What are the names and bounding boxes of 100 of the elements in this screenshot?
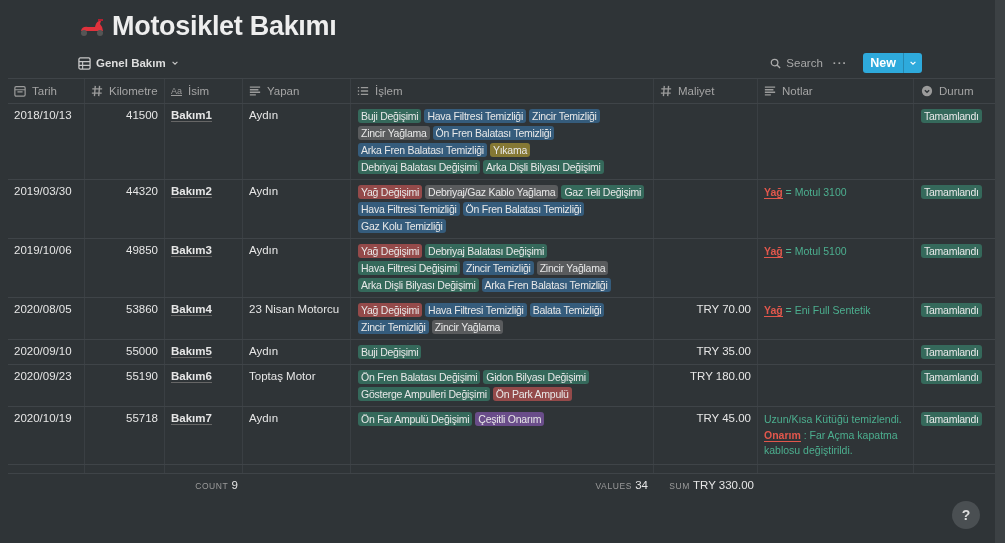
caret-icon [170, 59, 179, 67]
maker-text: Aydın [249, 109, 279, 121]
operation-tag: Gidon Bilyası Değişimi [483, 370, 589, 384]
record-name-link[interactable]: Bakım2 [171, 185, 212, 198]
more-button[interactable]: ··· [832, 57, 848, 69]
kilometre-text: 55718 [126, 412, 158, 424]
operation-tag: Ön Fren Balatası Temizliği [462, 202, 585, 216]
note-text: Yağ = Eni Full Sentetik [764, 303, 872, 318]
operation-tag: Debriyaj Balatası Değişimi [425, 244, 548, 258]
record-name-link[interactable]: Bakım5 [171, 345, 212, 358]
help-button[interactable]: ? [952, 501, 980, 529]
operation-tag: Hava Filtresi Temizliği [358, 202, 460, 216]
operation-tag: Çeşitli Onarım [475, 412, 545, 426]
note-text: Onarım : Far Açma kapatma kablosu değiştirildi. [764, 428, 899, 458]
date-text: 2018/10/13 [14, 109, 72, 121]
operation-tag: Zincir Temizliği [358, 320, 429, 334]
operation-tag: Yıkama [489, 143, 531, 157]
operation-tag: Arka Dişli Bilyası Değişimi [358, 278, 479, 292]
search-icon [770, 57, 782, 69]
caret-icon [909, 59, 917, 67]
date-text: 2019/10/06 [14, 244, 72, 256]
operation-tag: Zincir Yağlama [358, 126, 430, 140]
operation-tag: Debriyaj Balatası Değişimi [358, 160, 481, 174]
operation-tag: Ön Park Ampulü [492, 387, 572, 401]
operation-tag: Ön Fren Balatası Temizliği [432, 126, 555, 140]
hash-icon [91, 85, 103, 97]
operation-tag: Zincir Yağlama [431, 320, 504, 334]
column-header[interactable]: Aa İsim [165, 79, 243, 103]
operation-tag: Ön Far Ampulü Değişimi [358, 412, 473, 426]
column-header[interactable]: Durum [914, 79, 995, 103]
operation-tag: Gaz Kolu Temizliği [358, 219, 446, 233]
operation-tag: Arka Dişli Bilyası Değişimi [483, 160, 604, 174]
operation-tag: Gaz Teli Değişimi [561, 185, 645, 199]
record-name-link[interactable]: Bakım7 [171, 412, 212, 425]
maker-text: Aydın [249, 412, 279, 424]
lines-icon [249, 85, 261, 97]
operation-tag: Zincir Temizliği [529, 109, 600, 123]
lines-icon [764, 85, 776, 97]
values-summary: VALUES 34 [595, 479, 648, 491]
operation-tag: Gösterge Ampulleri Değişimi [358, 387, 490, 401]
maker-text: Aydın [249, 345, 279, 357]
status-icon [921, 85, 933, 97]
operation-tag: Yağ Değişimi [358, 244, 423, 258]
list-icon [357, 85, 369, 97]
operation-tag: Balata Temizliği [529, 303, 605, 317]
operation-tag: Buji Değişimi [358, 109, 422, 123]
operation-tag: Hava Filtresi Temizliği [425, 303, 527, 317]
operation-tag: Ön Fren Balatası Değişimi [358, 370, 481, 384]
maker-text: Aydın [249, 185, 279, 197]
scooter-icon [78, 18, 106, 38]
page-title: Motosiklet Bakımı [112, 10, 337, 42]
hash-icon [660, 85, 672, 97]
record-name-link[interactable]: Bakım3 [171, 244, 212, 257]
operation-tag: Zincir Temizliği [463, 261, 534, 275]
kilometre-text: 44320 [126, 185, 158, 197]
status-tag: Tamamlandı [921, 185, 982, 199]
date-text: 2020/08/05 [14, 303, 72, 315]
date-text: 2020/09/10 [14, 345, 72, 357]
kilometre-text: 41500 [126, 109, 158, 121]
kilometre-text: 53860 [126, 303, 158, 315]
date-text: 2020/10/19 [14, 412, 72, 424]
record-name-link[interactable]: Bakım6 [171, 370, 212, 383]
cost-text: TRY 180.00 [690, 370, 751, 382]
sum-summary: SUM TRY 330.00 [669, 479, 754, 491]
status-tag: Tamamlandı [921, 109, 982, 123]
record-name-link[interactable]: Bakım4 [171, 303, 212, 316]
kilometre-text: 49850 [126, 244, 158, 256]
status-tag: Tamamlandı [921, 370, 982, 384]
operation-tag: Buji Değişimi [358, 345, 422, 359]
maker-text: Toptaş Motor [249, 370, 316, 382]
operation-tag: Debriyaj/Gaz Kablo Yağlama [425, 185, 559, 199]
operation-tag: Hava Filtresi Değişimi [358, 261, 461, 275]
kilometre-text: 55000 [126, 345, 158, 357]
search-button[interactable]: Search [770, 57, 823, 69]
column-header[interactable]: Maliyet [654, 79, 758, 103]
calendar-icon [14, 85, 26, 97]
column-header[interactable]: Notlar [758, 79, 914, 103]
table-icon [78, 56, 91, 70]
record-name-link[interactable]: Bakım1 [171, 109, 212, 122]
view-tab[interactable]: Genel Bakım [78, 56, 179, 70]
maker-text: 23 Nisan Motorcu [249, 303, 340, 315]
operation-tag: Hava Filtresi Temizliği [424, 109, 527, 123]
date-text: 2019/03/30 [14, 185, 72, 197]
cost-text: TRY 45.00 [696, 412, 751, 424]
status-tag: Tamamlandı [921, 303, 982, 317]
column-header[interactable]: İşlem [351, 79, 654, 103]
cost-text: TRY 70.00 [696, 303, 751, 315]
note-text: Yağ = Motul 3100 [764, 185, 848, 200]
status-tag: Tamamlandı [921, 345, 982, 359]
operation-tag: Zincir Yağlama [536, 261, 609, 275]
column-header[interactable]: Kilometre [85, 79, 165, 103]
new-dropdown-button[interactable] [903, 53, 922, 73]
status-tag: Tamamlandı [921, 412, 982, 426]
column-header[interactable]: Tarih [8, 79, 85, 103]
operation-tag: Yağ Değişimi [358, 185, 423, 199]
count-summary: COUNT 9 [195, 479, 238, 491]
column-header[interactable]: Yapan [243, 79, 351, 103]
cost-text: TRY 35.00 [696, 345, 751, 357]
date-text: 2020/09/23 [14, 370, 72, 382]
maker-text: Aydın [249, 244, 279, 256]
